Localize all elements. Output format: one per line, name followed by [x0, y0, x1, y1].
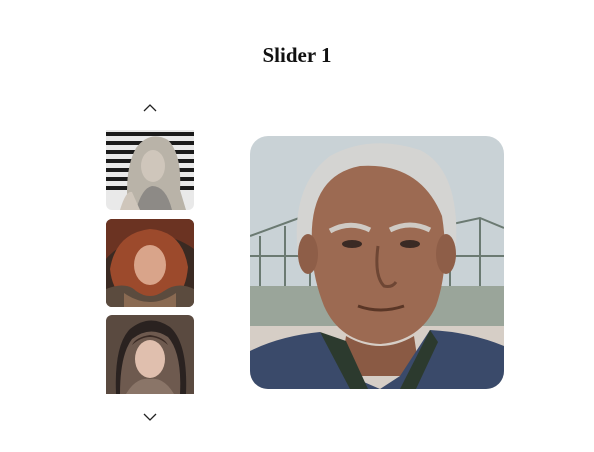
chevron-down-icon — [143, 413, 157, 421]
slider-page: Slider 1 — [0, 0, 594, 452]
page-title: Slider 1 — [262, 43, 332, 67]
thumbnail-woman-headscarf[interactable] — [106, 315, 194, 394]
thumbnail-image — [106, 130, 194, 210]
slider-next-button[interactable] — [138, 408, 162, 426]
slider-prev-button[interactable] — [138, 98, 162, 116]
main-slide-image — [250, 136, 504, 389]
thumbnail-woman-red-hair[interactable] — [106, 219, 194, 307]
thumbnail-strip — [106, 130, 194, 394]
thumbnail-woman-striped[interactable] — [106, 130, 194, 210]
chevron-up-icon — [143, 103, 157, 111]
elderly-man-photo — [250, 136, 504, 389]
thumbnail-image — [106, 219, 194, 307]
thumbnail-image — [106, 315, 194, 394]
